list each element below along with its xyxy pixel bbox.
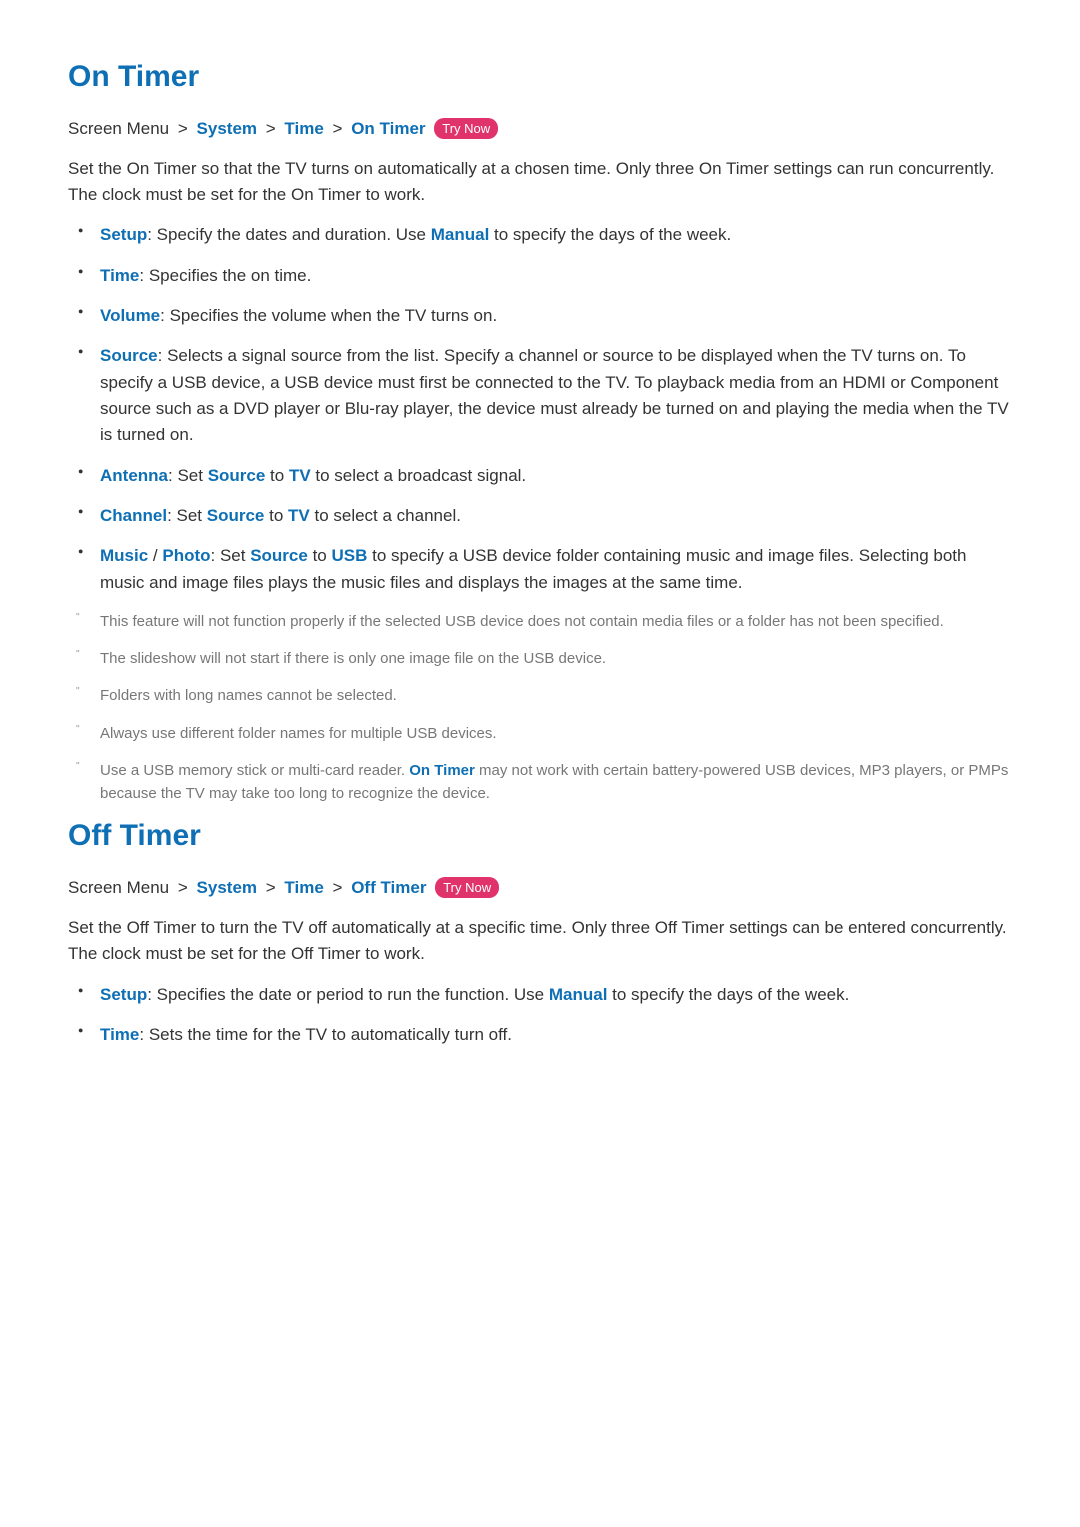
text: : Specify the dates and duration. Use	[147, 225, 431, 244]
text: to specify the days of the week.	[489, 225, 731, 244]
term-setup: Setup	[100, 225, 147, 244]
text: : Set	[168, 466, 208, 485]
breadcrumb-sep: >	[262, 119, 280, 138]
text: : Sets the time for the TV to automatica…	[139, 1025, 512, 1044]
list-item-antenna: Antenna: Set Source to TV to select a br…	[100, 463, 1012, 489]
off-timer-heading: Off Timer	[68, 819, 1012, 853]
term-source-inline: Source	[250, 546, 308, 565]
text: Use a USB memory stick or multi-card rea…	[100, 762, 409, 779]
note-item: This feature will not function properly …	[100, 610, 1012, 633]
try-now-badge[interactable]: Try Now	[434, 118, 498, 139]
text: to specify the days of the week.	[607, 985, 849, 1004]
text: to select a channel.	[310, 506, 461, 525]
note-item: Folders with long names cannot be select…	[100, 684, 1012, 707]
breadcrumb-sep: >	[329, 878, 347, 897]
term-on-timer-inline: On Timer	[409, 762, 475, 779]
breadcrumb-sep: >	[174, 119, 192, 138]
term-music: Music	[100, 546, 148, 565]
breadcrumb-time[interactable]: Time	[284, 878, 323, 897]
term-source-inline: Source	[208, 466, 266, 485]
term-tv: TV	[288, 506, 310, 525]
on-timer-breadcrumb: Screen Menu > System > Time > On Timer T…	[68, 116, 1012, 142]
term-manual: Manual	[549, 985, 608, 1004]
text: to	[308, 546, 332, 565]
list-item-channel: Channel: Set Source to TV to select a ch…	[100, 503, 1012, 529]
text: : Set	[211, 546, 251, 565]
term-usb: USB	[331, 546, 367, 565]
term-antenna: Antenna	[100, 466, 168, 485]
list-item-volume: Volume: Specifies the volume when the TV…	[100, 303, 1012, 329]
term-tv: TV	[289, 466, 311, 485]
text: : Selects a signal source from the list.…	[100, 346, 1009, 444]
page-content: On Timer Screen Menu > System > Time > O…	[0, 0, 1080, 1122]
list-item-music-photo: Music / Photo: Set Source to USB to spec…	[100, 543, 1012, 596]
term-source: Source	[100, 346, 158, 365]
term-setup: Setup	[100, 985, 147, 1004]
note-item: Use a USB memory stick or multi-card rea…	[100, 759, 1012, 806]
text: /	[148, 546, 162, 565]
breadcrumb-off-timer[interactable]: Off Timer	[351, 878, 426, 897]
list-item-setup: Setup: Specifies the date or period to r…	[100, 982, 1012, 1008]
term-time: Time	[100, 266, 139, 285]
text: : Specifies the date or period to run th…	[147, 985, 549, 1004]
breadcrumb-on-timer[interactable]: On Timer	[351, 119, 425, 138]
text: to	[264, 506, 288, 525]
list-item-time: Time: Sets the time for the TV to automa…	[100, 1022, 1012, 1048]
list-item-time: Time: Specifies the on time.	[100, 263, 1012, 289]
breadcrumb-root: Screen Menu	[68, 119, 169, 138]
breadcrumb-sep: >	[174, 878, 192, 897]
breadcrumb-system[interactable]: System	[197, 119, 257, 138]
breadcrumb-system[interactable]: System	[197, 878, 257, 897]
text: : Specifies the volume when the TV turns…	[160, 306, 497, 325]
on-timer-feature-list: Setup: Specify the dates and duration. U…	[68, 222, 1012, 596]
breadcrumb-root: Screen Menu	[68, 878, 169, 897]
text: : Set	[167, 506, 207, 525]
breadcrumb-sep: >	[262, 878, 280, 897]
term-time: Time	[100, 1025, 139, 1044]
term-photo: Photo	[162, 546, 210, 565]
text: : Specifies the on time.	[139, 266, 311, 285]
on-timer-heading: On Timer	[68, 60, 1012, 94]
term-manual: Manual	[431, 225, 490, 244]
on-timer-intro: Set the On Timer so that the TV turns on…	[68, 156, 1012, 209]
breadcrumb-sep: >	[329, 119, 347, 138]
term-source-inline: Source	[207, 506, 265, 525]
off-timer-breadcrumb: Screen Menu > System > Time > Off Timer …	[68, 875, 1012, 901]
note-item: Always use different folder names for mu…	[100, 722, 1012, 745]
breadcrumb-time[interactable]: Time	[284, 119, 323, 138]
list-item-source: Source: Selects a signal source from the…	[100, 343, 1012, 448]
list-item-setup: Setup: Specify the dates and duration. U…	[100, 222, 1012, 248]
term-channel: Channel	[100, 506, 167, 525]
term-volume: Volume	[100, 306, 160, 325]
off-timer-feature-list: Setup: Specifies the date or period to r…	[68, 982, 1012, 1049]
text: to	[265, 466, 289, 485]
note-item: The slideshow will not start if there is…	[100, 647, 1012, 670]
on-timer-notes: This feature will not function properly …	[68, 610, 1012, 806]
text: to select a broadcast signal.	[311, 466, 526, 485]
off-timer-intro: Set the Off Timer to turn the TV off aut…	[68, 915, 1012, 968]
try-now-badge[interactable]: Try Now	[435, 877, 499, 898]
